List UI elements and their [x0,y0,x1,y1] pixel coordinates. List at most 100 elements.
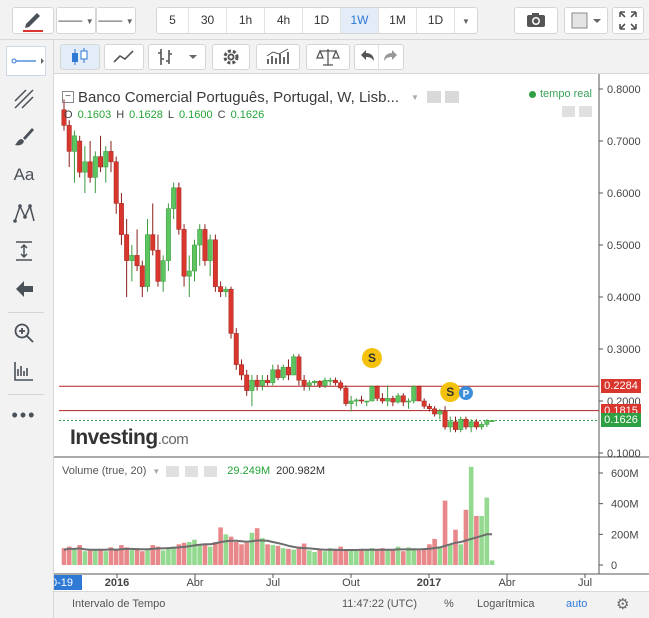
volume-bar [103,551,109,565]
volume-bar [244,542,249,565]
volume-bar [270,545,276,565]
volume-bar [484,497,490,565]
interval-4h[interactable]: 4h [265,8,303,33]
undo-button[interactable] [355,45,379,69]
candle-body [228,288,234,334]
area-chart-button[interactable] [104,44,144,70]
x-tick-label: Jul [578,577,592,589]
volume-bar [134,548,140,565]
percent-toggle[interactable]: % [444,598,454,610]
candle-body [426,405,432,410]
bars-dropdown[interactable] [148,44,206,70]
data-window-tool[interactable] [6,356,42,386]
interval-1d-custom[interactable]: 1D [417,8,455,33]
volume-bar [301,543,307,565]
time-range-button[interactable]: Intervalo de Tempo [72,598,165,610]
chevron-down-icon[interactable]: ▼ [411,93,419,102]
fullscreen-button[interactable] [612,7,644,34]
collapse-icon[interactable]: − [62,91,74,103]
volume-value: 29.249M [227,465,271,477]
candle-body [212,239,218,287]
candle-body [181,229,187,277]
indicators-button[interactable] [256,44,300,70]
zoom-tool[interactable] [6,318,42,348]
maximize-icon[interactable] [579,106,592,117]
bottom-bar: Intervalo de Tempo 11:47:22 (UTC) % Loga… [54,591,649,618]
line-width-dropdown[interactable]: —— ▼ [96,7,136,34]
candles-icon [72,48,88,65]
logo-main: Investing [70,426,158,449]
eye-icon[interactable] [426,91,441,103]
interval-30[interactable]: 30 [189,8,227,33]
measure-tool[interactable] [6,236,42,266]
gear-icon[interactable] [444,91,459,103]
high-value: 0.1628 [129,109,163,121]
y-tick-label: 0.7000 [607,136,641,148]
more-tools-button[interactable]: ••• [6,400,42,430]
interval-1w[interactable]: 1W [341,8,379,33]
clock-readout: 11:47:22 (UTC) [342,598,417,610]
volume-bar [275,545,281,565]
y-tick-label: 0.5000 [607,240,641,252]
compare-button[interactable] [306,44,350,70]
volume-bar [192,539,197,565]
auto-toggle[interactable]: auto [566,598,587,610]
text-tool[interactable]: Aa [6,160,42,190]
candles-button[interactable] [60,44,100,70]
snapshot-button[interactable] [514,7,558,34]
interval-5[interactable]: 5 [157,8,189,33]
redo-button[interactable] [379,45,403,69]
candle-body [479,424,485,428]
interval-1m[interactable]: 1M [379,8,417,33]
candle-body [118,203,124,235]
gear-icon[interactable] [185,465,199,477]
candle-body [239,364,244,376]
low-value: 0.1600 [178,109,213,121]
settings-button[interactable] [212,44,250,70]
pencil-icon [23,13,43,32]
interval-1d[interactable]: 1D [303,8,341,33]
candle-body [124,234,130,261]
more-icon: ••• [11,404,37,425]
volume-bar [202,543,208,565]
volume-bar [124,547,129,565]
volume-bar [98,548,103,565]
price-chart[interactable]: 0.80000.70000.60000.50000.40000.30000.20… [54,74,649,591]
candle-body [280,366,286,378]
pattern-tool[interactable] [6,198,42,228]
scale-icon [316,49,340,66]
chevron-down-icon[interactable]: ▼ [152,467,160,476]
brush-tool[interactable] [6,122,42,152]
interval-1h[interactable]: 1h [227,8,265,33]
volume-bar [233,542,239,565]
text-icon: Aa [13,165,35,184]
volume-bar [401,551,406,565]
candle-body [160,260,166,282]
candle-body [233,333,239,365]
volume-bar [61,548,67,565]
camera-icon [527,13,545,27]
volume-bar [160,550,166,565]
log-toggle[interactable]: Logarítmica [477,598,534,610]
trend-line-tool[interactable] [6,46,46,76]
fib-tool[interactable] [6,84,42,114]
interval-more[interactable]: ▼ [455,8,477,33]
volume-bar [249,532,255,565]
candle-body [254,379,260,386]
minimize-icon[interactable] [562,106,575,117]
eye-icon[interactable] [166,465,180,477]
volume-bar [239,544,244,565]
settings-gear-icon[interactable]: ⚙ [616,595,629,613]
candle-body [176,187,182,230]
back-tool[interactable] [6,274,42,304]
line-style-dropdown[interactable]: —— ▼ [56,7,96,34]
candle-body [103,151,109,168]
candle-body [343,387,349,404]
chart-style-dropdown[interactable] [564,7,608,34]
volume-tick-label: 400M [611,499,639,511]
candle-body [317,380,323,386]
candle-body [489,420,495,422]
pencil-button[interactable] [12,7,54,34]
measure-icon [16,241,32,261]
close-icon[interactable] [204,465,218,477]
